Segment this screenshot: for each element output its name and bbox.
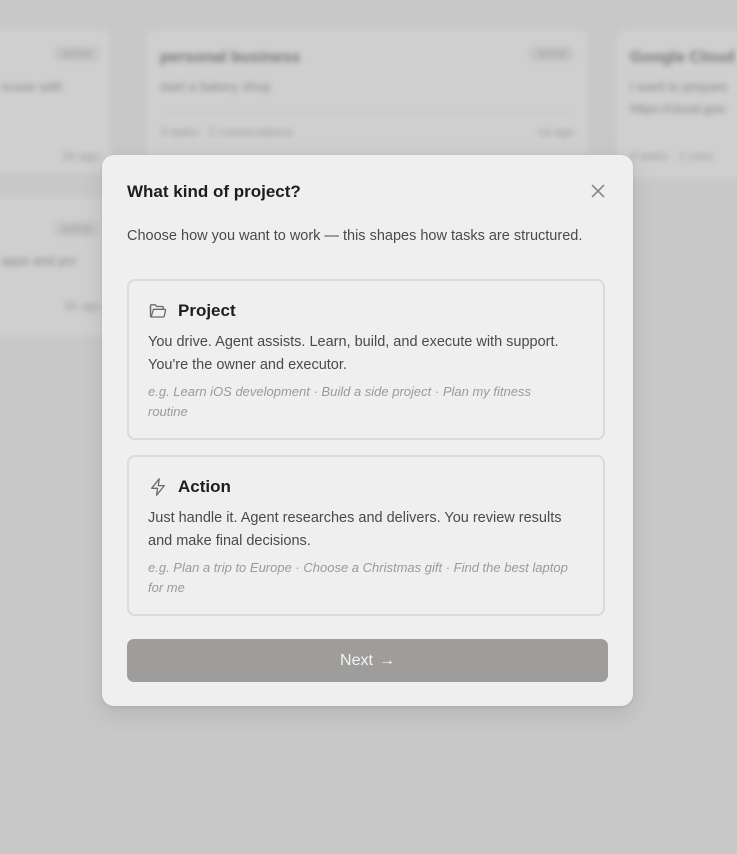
option-description: Just handle it. Agent researches and del…	[148, 510, 562, 549]
next-button-label: Next	[340, 651, 373, 669]
card-meta: 4 tasks · 1 conv	[630, 149, 715, 163]
divider	[160, 113, 574, 114]
option-description: You drive. Agent assists. Learn, build, …	[148, 334, 559, 373]
option-examples: e.g. Learn iOS development · Build a sid…	[148, 384, 531, 419]
app-viewport: active ncase with 2d ago personal busine…	[0, 0, 737, 854]
project-type-modal: What kind of project? Choose how you wan…	[102, 155, 633, 706]
status-badge: active	[529, 46, 574, 62]
card-timestamp: 5h ago	[64, 299, 101, 313]
close-button[interactable]	[586, 179, 610, 203]
card-title: personal business	[160, 49, 301, 66]
option-project[interactable]: Project You drive. Agent assists. Learn,…	[127, 279, 605, 440]
background-project-card: Google Cloud I want to prepare https://c…	[615, 28, 737, 180]
lightning-icon	[150, 478, 165, 496]
card-description: start a bakery shop	[160, 79, 271, 94]
status-badge: active	[54, 46, 99, 62]
background-project-card: active ncase with 2d ago	[0, 28, 112, 175]
card-description: apps and pro	[1, 253, 77, 268]
arrow-right-icon: →	[378, 651, 395, 669]
option-title: Project	[178, 301, 236, 320]
card-title: Google Cloud	[630, 49, 735, 66]
modal-title: What kind of project?	[127, 182, 301, 201]
close-icon	[591, 184, 605, 198]
background-project-card: personal business active start a bakery …	[145, 28, 589, 158]
card-timestamp: 2d ago	[62, 149, 99, 163]
card-description: I want to prepare	[630, 79, 728, 94]
status-badge: active	[54, 221, 99, 237]
card-meta: 3 tasks · 2 conversations	[160, 125, 293, 139]
background-project-card: active apps and pro 5h ago	[0, 196, 112, 338]
card-timestamp: 1d ago	[537, 125, 574, 139]
card-description-line2: https://cloud.goo	[630, 101, 726, 116]
option-examples: e.g. Plan a trip to Europe · Choose a Ch…	[148, 560, 568, 595]
folder-icon	[149, 304, 167, 318]
modal-subtitle: Choose how you want to work — this shape…	[127, 228, 583, 244]
option-title: Action	[178, 477, 231, 496]
card-description: ncase with	[1, 79, 63, 94]
next-button[interactable]: Next →	[127, 639, 608, 682]
option-action[interactable]: Action Just handle it. Agent researches …	[127, 455, 605, 616]
